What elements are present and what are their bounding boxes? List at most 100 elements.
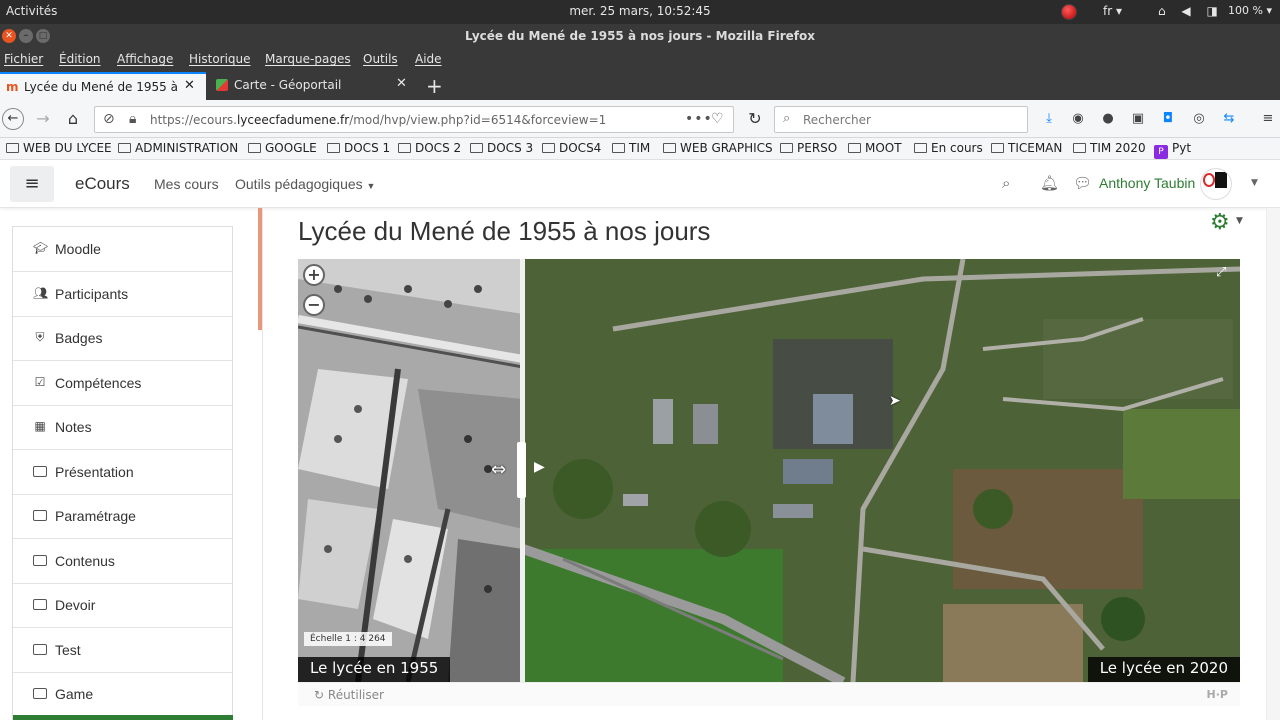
drawer-toggle-button[interactable]: ≡ (10, 166, 54, 202)
site-brand[interactable]: eCours (75, 174, 130, 194)
bookmark-folder[interactable]: DOCS 1 (327, 141, 390, 155)
search-box[interactable]: ⌕ Rechercher (774, 106, 1028, 133)
menu-marque-pages[interactable]: Marque-pages (265, 52, 351, 66)
image-juxtaposition-viewer[interactable]: + − Échelle 1 : 4 264 Le lycée en 1955 ⇔… (298, 259, 1240, 682)
sidebar-item-contenus[interactable]: Contenus (13, 539, 232, 584)
messages-icon[interactable]: 💬︎ (1073, 174, 1092, 192)
hamburger-menu-icon[interactable]: ≡ (1259, 110, 1277, 128)
menu-affichage[interactable]: Affichage (117, 52, 173, 66)
sidebar-item-label: Compétences (55, 375, 142, 391)
window-title: Lycée du Mené de 1955 à nos jours - Mozi… (465, 29, 815, 43)
back-button[interactable]: ← (2, 108, 24, 130)
reload-button[interactable]: ↻ (744, 108, 766, 130)
new-tab-button[interactable]: + (426, 74, 443, 98)
slider-handle[interactable] (517, 442, 526, 498)
bookmark-pyt[interactable]: P Pyt (1154, 141, 1191, 159)
search-icon[interactable]: ⌕ (1002, 174, 1010, 192)
forward-button[interactable]: → (32, 108, 54, 130)
home-button[interactable]: ⌂ (62, 108, 84, 130)
tab-lycee[interactable]: m Lycée du Mené de 1955 à no ✕ (0, 72, 206, 100)
bookmark-folder[interactable]: GOOGLE (248, 141, 317, 155)
reuse-button[interactable]: ↻ Réutiliser (314, 688, 384, 702)
sidebar-item-participants[interactable]: 👥︎ Participants (13, 272, 232, 317)
bookmark-folder[interactable]: En cours (914, 141, 983, 155)
pocket-icon[interactable]: ♡ (711, 111, 724, 127)
extension-badge-icon[interactable]: ◘ (1159, 110, 1177, 128)
menu-outils[interactable]: Outils (363, 52, 398, 66)
notification-bell-icon[interactable]: 🔔︎ (1040, 174, 1059, 192)
system-clock[interactable]: mer. 25 mars, 10:52:45 (0, 4, 1280, 18)
folder-icon (33, 555, 47, 566)
tab-strip: m Lycée du Mené de 1955 à no ✕ Carte - G… (0, 72, 1280, 100)
folder-icon (848, 143, 861, 153)
sidebar-item-label: Participants (55, 286, 129, 302)
zoom-out-button[interactable]: − (303, 294, 325, 316)
bookmark-folder[interactable]: TIM 2020 (1073, 141, 1146, 155)
chevron-down-icon[interactable]: ▼ (1236, 216, 1243, 226)
aerial-photo-1955-image (298, 259, 523, 682)
folder-icon (33, 644, 47, 655)
h5p-logo[interactable]: H·P (1207, 688, 1228, 701)
sidebar-item-notes[interactable]: ▦ Notes (13, 405, 232, 450)
url-text[interactable]: https://ecours.lyceecfadumene.fr/mod/hvp… (150, 113, 606, 127)
my-courses-link[interactable]: Mes cours (154, 176, 219, 192)
gnome-top-bar: Activités mer. 25 mars, 10:52:45 fr ▾ ⌂ … (0, 0, 1280, 24)
account-icon[interactable]: ◎ (1190, 110, 1208, 128)
record-indicator-icon[interactable] (1061, 4, 1077, 20)
sidebar-item-game[interactable]: Game (13, 672, 232, 717)
sidebar-item-parametrage[interactable]: Paramétrage (13, 494, 232, 539)
lock-icon[interactable]: 🔒︎ (129, 111, 136, 127)
bookmark-folder[interactable]: MOOT (848, 141, 902, 155)
battery-indicator[interactable]: 100 % ▾ (1228, 4, 1272, 17)
sidebar-item-devoir[interactable]: Devoir (13, 583, 232, 628)
menu-fichier[interactable]: Fichier (4, 52, 43, 66)
menu-aide[interactable]: Aide (415, 52, 442, 66)
bookmark-folder[interactable]: WEB DU LYCEE (6, 141, 112, 155)
page-title: Lycée du Mené de 1955 à nos jours (298, 216, 711, 246)
page-actions-icon[interactable]: ••• (685, 111, 713, 127)
sync-icon[interactable]: ⇆ (1220, 110, 1238, 128)
graduation-cap-icon: 🎓︎ (33, 241, 49, 255)
bookmark-favicon-icon: P (1154, 145, 1168, 159)
folder-icon (542, 143, 555, 153)
bookmark-folder[interactable]: TICEMAN (991, 141, 1062, 155)
avatar[interactable] (1200, 168, 1232, 200)
sidebar-item-test[interactable]: Test (13, 628, 232, 673)
bookmark-folder[interactable]: DOCS 3 (470, 141, 533, 155)
screenshot-icon[interactable]: ▣ (1129, 110, 1147, 128)
bookmark-folder[interactable]: PERSO (780, 141, 837, 155)
menu-edition[interactable]: Édition (59, 52, 101, 66)
address-bar[interactable]: ⊘ 🔒︎ https://ecours.lyceecfadumene.fr/mo… (94, 106, 734, 133)
fullscreen-icon[interactable]: ⤢ (1216, 265, 1226, 280)
downloads-icon[interactable]: ⤓ (1040, 110, 1058, 128)
bookmark-folder[interactable]: DOCS4 (542, 141, 601, 155)
zoom-in-button[interactable]: + (303, 264, 325, 286)
chevron-right-icon[interactable]: ▶ (534, 459, 545, 475)
tracking-protection-icon[interactable]: ⊘ (103, 111, 115, 127)
bookmark-folder[interactable]: WEB GRAPHICS (663, 141, 773, 155)
pedagogical-tools-menu[interactable]: Outils pédagogiques ▼ (235, 176, 375, 192)
gear-icon[interactable]: ⚙ (1210, 210, 1230, 235)
folder-icon (398, 143, 411, 153)
tab-geoportail[interactable]: Carte - Géoportail ✕ (210, 72, 416, 100)
sidebar-item-presentation[interactable]: Présentation (13, 450, 232, 495)
sidebar-item-badges[interactable]: ⛨ Badges (13, 316, 232, 361)
sidebar-item-moodle[interactable]: 🎓︎ Moodle (13, 227, 232, 272)
tab-close-icon[interactable]: ✕ (184, 78, 195, 93)
user-menu-chevron-icon[interactable]: ▼ (1251, 178, 1258, 188)
sidebar-active-indicator (13, 715, 233, 720)
aerial-photo-2020 (523, 259, 1240, 682)
sidebar-item-competences[interactable]: ☑ Compétences (13, 361, 232, 406)
menu-historique[interactable]: Historique (189, 52, 251, 66)
folder-icon (33, 688, 47, 699)
extension-icon[interactable]: ◉ (1069, 110, 1087, 128)
page-scrollbar[interactable] (1266, 208, 1280, 720)
bookmark-folder[interactable]: TIM (612, 141, 650, 155)
system-tray-icons[interactable]: ⌂ ◀ ◨ (1158, 4, 1224, 18)
bookmark-folder[interactable]: DOCS 2 (398, 141, 461, 155)
language-selector[interactable]: fr ▾ (1103, 4, 1122, 18)
bookmark-folder[interactable]: ADMINISTRATION (118, 141, 238, 155)
tab-close-icon[interactable]: ✕ (396, 76, 407, 91)
extension-icon[interactable]: ● (1099, 110, 1117, 128)
user-name[interactable]: Anthony Taubin (1099, 175, 1195, 191)
